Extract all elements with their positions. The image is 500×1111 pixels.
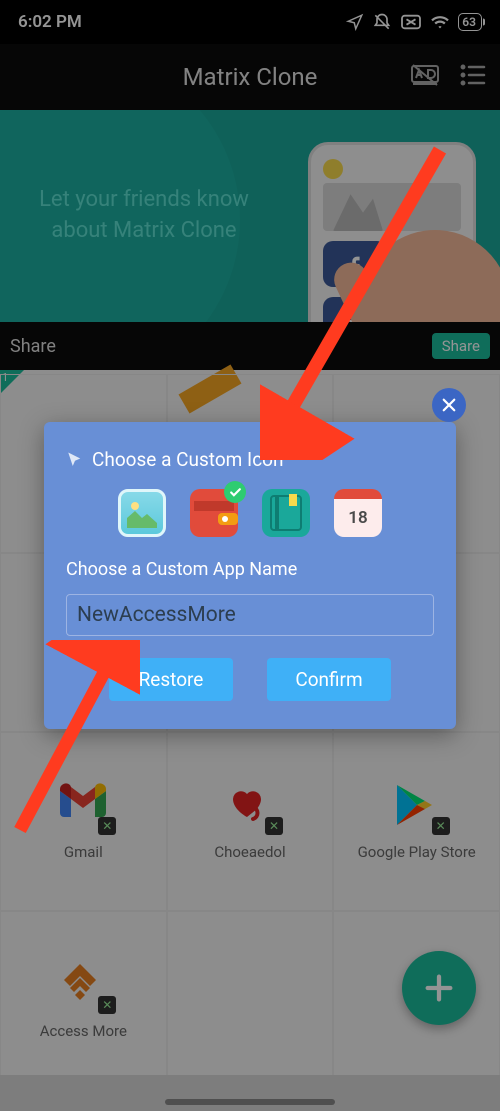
icon-option-gallery[interactable]	[118, 489, 166, 537]
app-name-label: Choose a Custom App Name	[66, 559, 434, 580]
gallery-icon	[127, 498, 157, 528]
close-icon	[440, 396, 458, 414]
app-name-input[interactable]	[66, 594, 434, 636]
restore-button[interactable]: Restore	[109, 658, 233, 701]
icon-option-wallet[interactable]	[190, 489, 238, 537]
notebook-icon	[269, 494, 303, 532]
calendar-icon: 18	[348, 508, 367, 528]
cursor-icon	[66, 451, 84, 469]
dialog-title: Choose a Custom Icon	[66, 448, 434, 471]
selected-check-icon	[224, 481, 246, 503]
icon-option-notebook[interactable]	[262, 489, 310, 537]
dialog-close-button[interactable]	[432, 388, 466, 422]
icon-option-calendar[interactable]: 18	[334, 489, 382, 537]
confirm-button[interactable]: Confirm	[267, 658, 391, 701]
icon-choices: 18	[66, 489, 434, 537]
custom-icon-dialog: Choose a Custom Icon 18 Choose a Custom …	[44, 422, 456, 729]
